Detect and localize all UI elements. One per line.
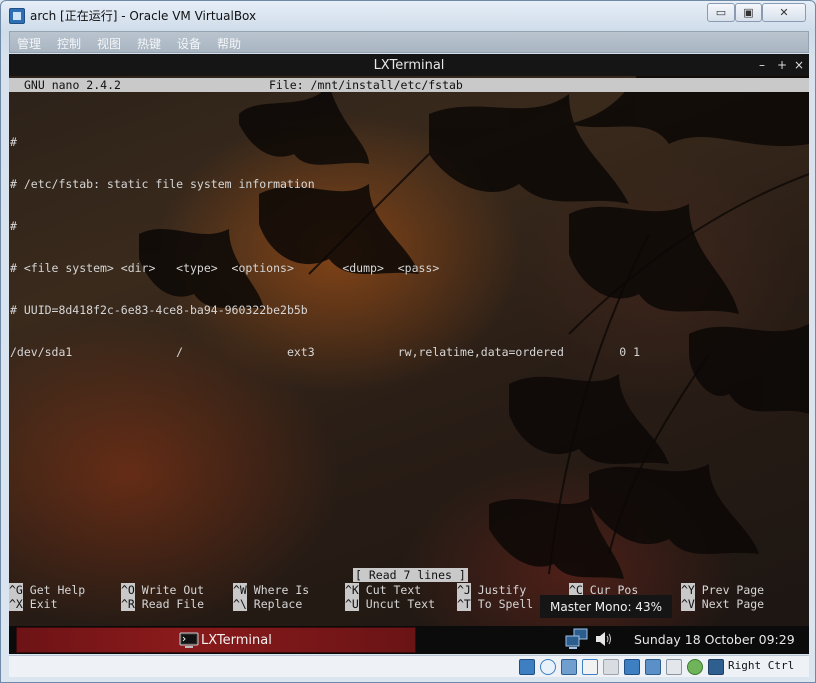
virtualbox-window: arch [正在运行] - Oracle VM VirtualBox ▭ ▣ ✕… [0,0,816,683]
nano-status-message: [ Read 7 lines ] [353,568,468,582]
shortcut-label: Exit [29,597,58,611]
network-adapter-icon[interactable] [561,659,577,675]
taskbar-button-lxterminal[interactable]: LXTerminal [16,627,416,653]
optical-drive-icon[interactable] [540,659,556,675]
panel-clock[interactable]: Sunday 18 October 09:29 [634,632,795,647]
shortcut-prev-page[interactable]: ^Y Prev Page [681,583,764,597]
shortcut-row-1: ^G Get Help ^O Write Out ^W Where Is ^K … [9,583,809,597]
minimize-icon: ▭ [715,6,727,19]
shortcut-key: ^U [345,597,359,611]
editor-line: /dev/sda1 / ext3 rw,relatime,data=ordere… [10,345,641,359]
shortcut-key: ^G [9,583,23,597]
shortcut-key: ^W [233,583,247,597]
shortcut-to-spell[interactable]: ^T To Spell [457,597,533,611]
shortcut-justify[interactable]: ^J Justify [457,583,526,597]
menu-devices[interactable]: 设备 [177,35,201,52]
usb-icon[interactable] [582,659,598,675]
shared-folder-icon[interactable] [603,659,619,675]
shortcut-replace[interactable]: ^\ Replace [233,597,302,611]
volume-icon[interactable] [595,631,613,647]
terminal-minimize-icon[interactable]: – [759,58,765,72]
nano-filename: File: /mnt/install/etc/fstab [269,78,463,92]
shortcut-key: ^X [9,597,23,611]
terminal-close-icon[interactable]: × [794,58,804,72]
mouse-integration-icon[interactable] [708,659,724,675]
terminal-titlebar[interactable]: LXTerminal – + × [9,54,809,76]
shortcut-key: ^K [345,583,359,597]
editor-text-area[interactable]: # # /etc/fstab: static file system infor… [10,107,800,387]
shortcut-label: To Spell [477,597,534,611]
shortcut-key: ^O [121,583,135,597]
terminal-maximize-icon[interactable]: + [777,58,787,72]
shortcut-uncut-text[interactable]: ^U Uncut Text [345,597,435,611]
editor-line: # /etc/fstab: static file system informa… [10,177,315,191]
shortcut-key: ^Y [681,583,695,597]
menu-view[interactable]: 视图 [97,35,121,52]
shortcut-label: Uncut Text [365,597,436,611]
shortcut-key: ^J [457,583,471,597]
shortcut-cut-text[interactable]: ^K Cut Text [345,583,421,597]
shortcut-next-page[interactable]: ^V Next Page [681,597,764,611]
taskbar-label: LXTerminal [201,633,272,648]
terminal-title: LXTerminal [373,58,445,73]
video-capture-icon[interactable] [666,659,682,675]
menu-help[interactable]: 帮助 [217,35,241,52]
shortcut-key: ^T [457,597,471,611]
hard-disk-icon[interactable] [519,659,535,675]
editor-line: # [10,135,17,149]
menu-hotkey[interactable]: 热键 [137,35,161,52]
shortcut-get-help[interactable]: ^G Get Help [9,583,85,597]
shortcut-label: Prev Page [701,583,765,597]
shortcut-key: ^V [681,597,695,611]
shortcut-key: ^R [121,597,135,611]
menu-control[interactable]: 控制 [57,35,81,52]
editor-line: # [10,219,17,233]
guest-screen[interactable]: LXTerminal – + × GNU nano 2.4.2 File: /m… [9,54,809,654]
host-key-label: Right Ctrl [728,659,795,672]
cpu-vt-icon[interactable] [687,659,703,675]
display-icon[interactable] [624,659,640,675]
window-titlebar[interactable]: arch [正在运行] - Oracle VM VirtualBox ▭ ▣ ✕ [1,1,815,29]
shortcut-label: Cut Text [365,583,422,597]
volume-tooltip: Master Mono: 43% [540,595,672,618]
shortcut-write-out[interactable]: ^O Write Out [121,583,204,597]
vm-status-bar: Right Ctrl [9,655,809,677]
drag-drop-icon[interactable] [645,659,661,675]
shortcut-row-2: ^X Exit ^R Read File ^\ Replace ^U Uncut… [9,597,809,611]
shortcut-label: Next Page [701,597,765,611]
vm-menu-bar: 管理 控制 视图 热键 设备 帮助 [9,31,809,53]
lxde-panel: LXTerminal Sunday 18 October 09:29 [9,626,809,654]
terminal-icon [179,632,199,648]
shortcut-label: Read File [141,597,205,611]
editor-line: # <file system> <dir> <type> <options> <… [10,261,440,275]
nano-version: GNU nano 2.4.2 [24,78,121,92]
shortcut-key: ^\ [233,597,247,611]
network-icon[interactable] [565,628,589,650]
nano-header: GNU nano 2.4.2 File: /mnt/install/etc/fs… [9,78,809,92]
maximize-button[interactable]: ▣ [735,3,762,22]
virtualbox-app-icon [9,8,25,24]
window-title: arch [正在运行] - Oracle VM VirtualBox [30,9,257,23]
menu-machine[interactable]: 管理 [17,35,41,52]
shortcut-label: Get Help [29,583,86,597]
maximize-icon: ▣ [743,6,754,19]
close-icon: ✕ [779,6,789,19]
shortcut-where-is[interactable]: ^W Where Is [233,583,309,597]
editor-line: # UUID=8d418f2c-6e83-4ce8-ba94-960322be2… [10,303,308,317]
close-button[interactable]: ✕ [762,3,806,22]
shortcut-exit[interactable]: ^X Exit [9,597,58,611]
shortcut-label: Where Is [253,583,310,597]
shortcut-label: Justify [477,583,527,597]
minimize-button[interactable]: ▭ [707,3,735,22]
shortcut-label: Write Out [141,583,205,597]
shortcut-label: Replace [253,597,303,611]
shortcut-read-file[interactable]: ^R Read File [121,597,204,611]
